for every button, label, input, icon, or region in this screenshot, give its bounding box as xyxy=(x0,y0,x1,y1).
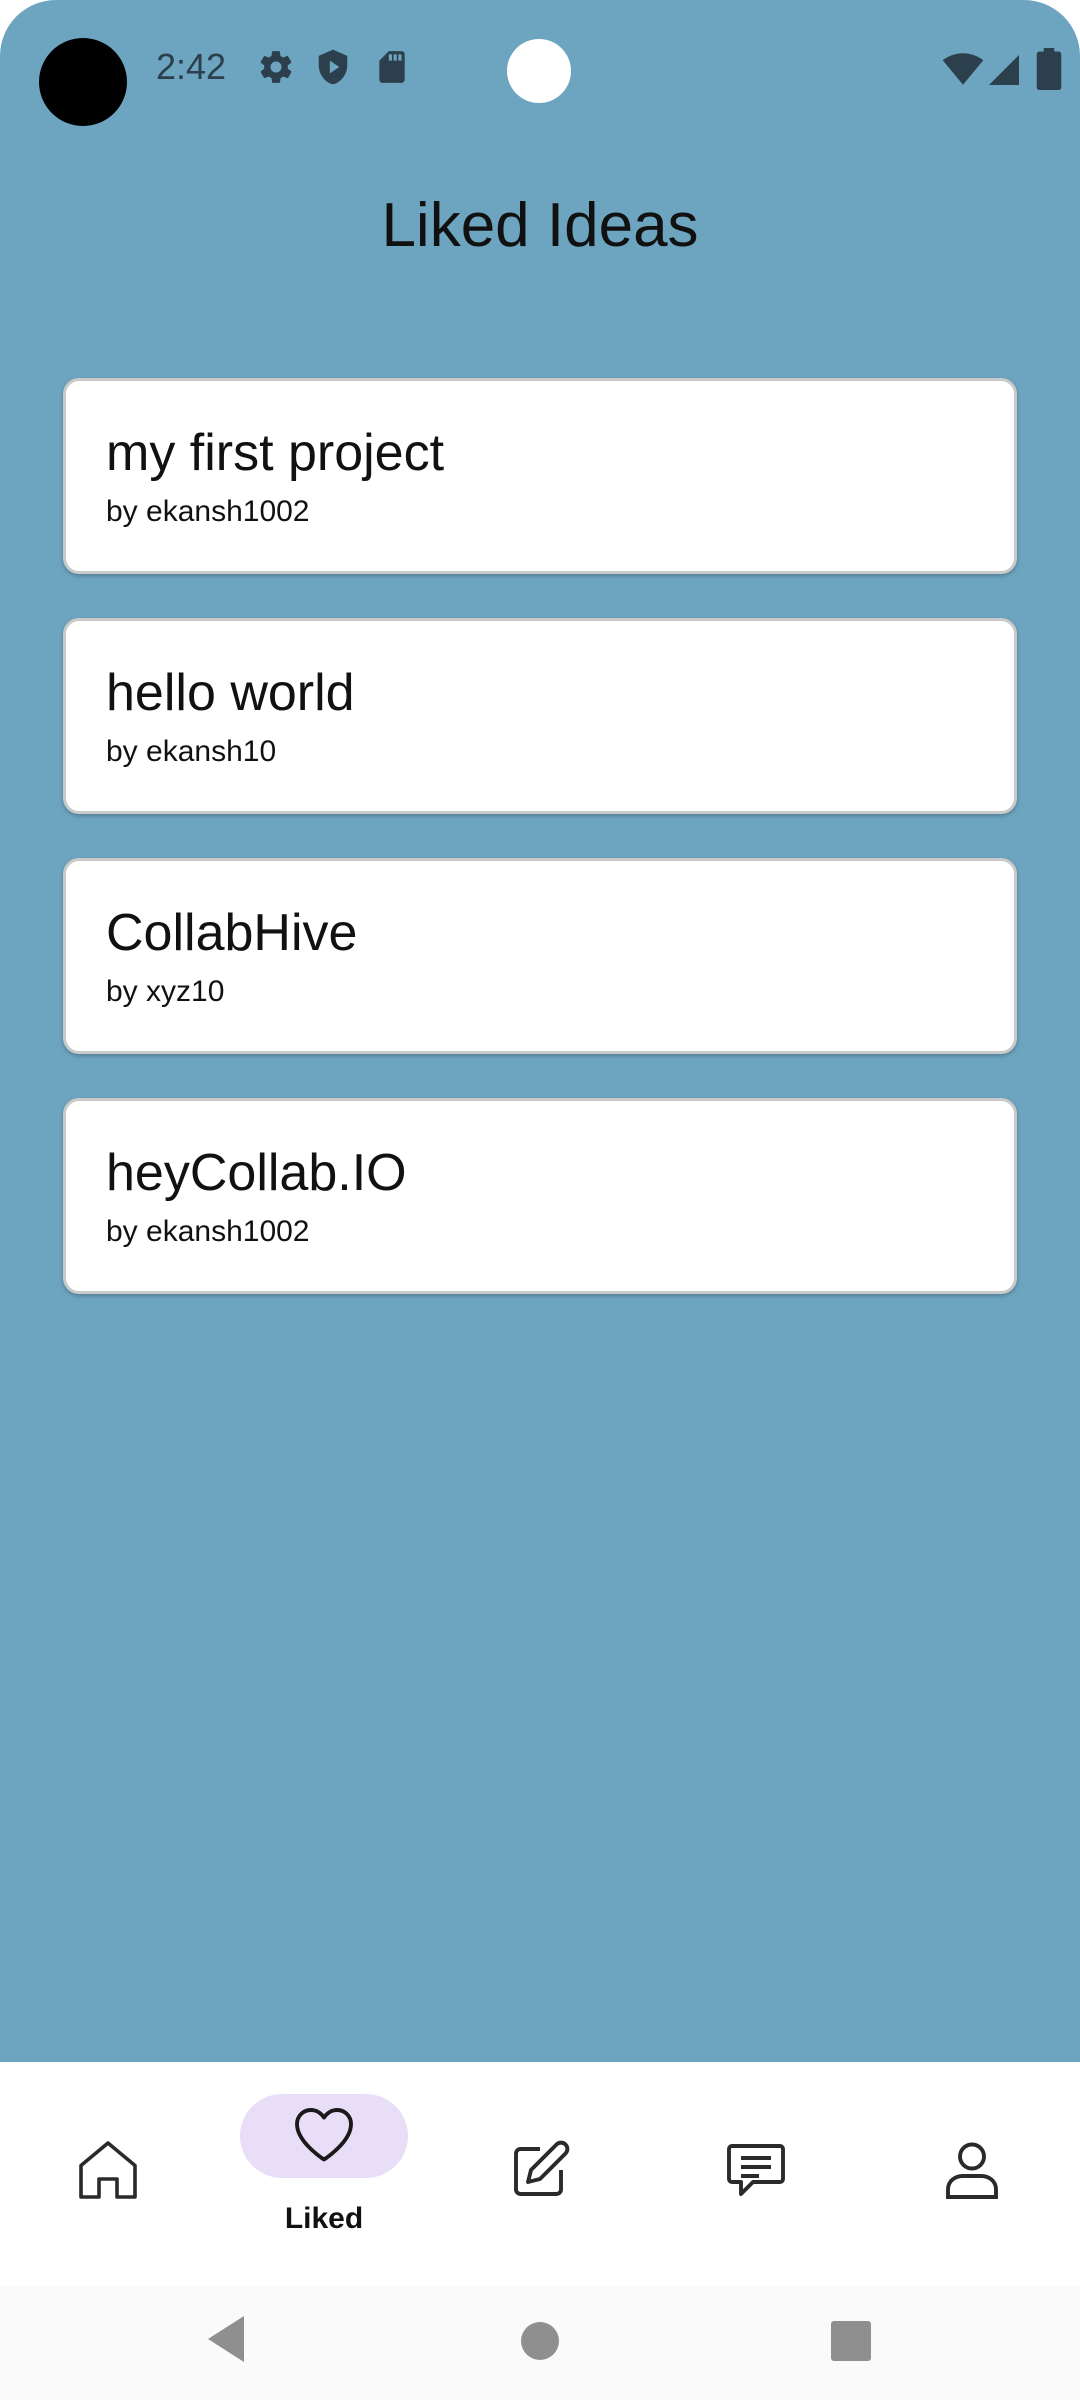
idea-author: by xyz10 xyxy=(106,975,225,1008)
wifi-icon xyxy=(942,53,984,85)
settings-gear-icon xyxy=(260,51,292,83)
idea-title: CollabHive xyxy=(106,904,358,962)
nav-item-create[interactable] xyxy=(432,2062,648,2286)
heart-icon xyxy=(295,2108,353,2162)
idea-title: my first project xyxy=(106,424,445,482)
camera-cutout xyxy=(39,38,127,126)
edit-icon xyxy=(514,2140,570,2196)
page-title: Liked Ideas xyxy=(381,191,699,260)
status-time: 2:42 xyxy=(156,46,227,87)
nav-item-home[interactable] xyxy=(0,2062,216,2286)
nav-label-liked: Liked xyxy=(284,2202,364,2235)
nav-item-messages[interactable] xyxy=(648,2062,864,2286)
idea-title: hello world xyxy=(106,664,355,722)
idea-author: by ekansh1002 xyxy=(106,495,310,528)
center-indicator xyxy=(507,39,571,103)
idea-card[interactable]: my first project by ekansh1002 xyxy=(63,378,1017,574)
system-navigation-bar xyxy=(0,2286,1080,2400)
chat-icon xyxy=(727,2144,785,2196)
idea-card[interactable]: CollabHive by xyz10 xyxy=(63,858,1017,1054)
idea-card[interactable]: heyCollab.IO by ekansh1002 xyxy=(63,1098,1017,1294)
profile-icon xyxy=(946,2142,998,2199)
recents-icon[interactable] xyxy=(830,2320,872,2362)
back-icon[interactable] xyxy=(204,2314,248,2364)
nav-item-liked[interactable]: Liked xyxy=(216,2062,432,2286)
idea-author: by ekansh1002 xyxy=(106,1215,310,1248)
bottom-navigation: Liked xyxy=(0,2062,1080,2286)
idea-card[interactable]: hello world by ekansh10 xyxy=(63,618,1017,814)
screen: 2:42 Liked Ideas my first project by eka… xyxy=(0,0,1080,2400)
idea-author: by ekansh10 xyxy=(106,735,277,768)
idea-title: heyCollab.IO xyxy=(106,1144,407,1202)
sd-card-icon xyxy=(379,51,405,83)
nav-item-profile[interactable] xyxy=(864,2062,1080,2286)
liked-ideas-list: my first project by ekansh1002 hello wor… xyxy=(63,378,1017,1338)
status-bar: 2:42 xyxy=(0,0,1080,140)
shield-play-icon xyxy=(318,49,348,85)
cellular-signal-icon xyxy=(989,55,1019,85)
home-icon xyxy=(79,2141,137,2199)
home-circle-icon[interactable] xyxy=(519,2320,561,2362)
battery-icon xyxy=(1036,48,1062,90)
